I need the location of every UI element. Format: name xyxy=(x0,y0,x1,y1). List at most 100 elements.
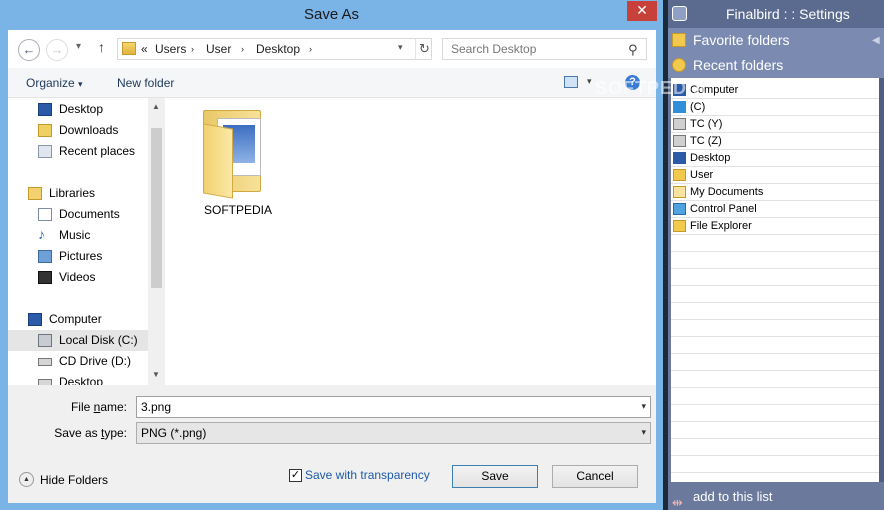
save-as-dialog: Save As ✕ ← → ▾ ↑ « Users › User › Deskt… xyxy=(0,0,663,510)
list-item xyxy=(671,371,879,388)
list-item-label: TC (Y) xyxy=(690,118,723,130)
folder-label[interactable]: SOFTPEDIA xyxy=(204,203,294,217)
list-item-label: (C) xyxy=(690,101,706,113)
save-button[interactable]: Save xyxy=(452,465,538,488)
search-input[interactable]: Search Desktop ⚲ xyxy=(442,38,647,60)
finalbird-title: Finalbird : : Settings xyxy=(726,6,850,22)
breadcrumb-users[interactable]: Users xyxy=(155,42,186,56)
scroll-thumb[interactable] xyxy=(151,128,162,288)
list-item[interactable]: Control Panel xyxy=(671,201,879,218)
transparency-label[interactable]: Save with transparency xyxy=(305,468,430,482)
file-name-value: 3.png xyxy=(141,400,172,414)
forward-button[interactable]: → xyxy=(46,39,68,61)
breadcrumb-user[interactable]: User xyxy=(206,42,231,56)
back-button[interactable]: ← xyxy=(18,39,40,61)
view-options-icon[interactable] xyxy=(564,76,578,88)
scroll-up-arrow[interactable]: ▲ xyxy=(152,102,160,111)
nav-item-label: Recent places xyxy=(59,144,136,158)
new-folder-button[interactable]: New folder xyxy=(117,76,174,90)
list-item xyxy=(671,320,879,337)
list-item xyxy=(671,303,879,320)
list-item[interactable]: File Explorer xyxy=(671,218,879,235)
finalbird-title-bar: Finalbird : : Settings xyxy=(668,0,884,28)
list-item[interactable]: User xyxy=(671,167,879,184)
libraries-icon xyxy=(28,187,42,200)
label-part: File xyxy=(70,400,94,414)
breadcrumb-separator[interactable]: › xyxy=(309,44,312,54)
cancel-button[interactable]: Cancel xyxy=(552,465,638,488)
recent-folders-list: Computer (C) TC (Y) TC (Z) Desktop User … xyxy=(671,78,879,482)
list-item-label: Control Panel xyxy=(690,203,757,215)
finalbird-panel: Finalbird : : Settings Favorite folders … xyxy=(668,0,884,510)
list-item xyxy=(671,286,879,303)
list-item[interactable]: My Documents xyxy=(671,184,879,201)
folder-icon xyxy=(122,42,136,55)
nav-item-label: CD Drive (D:) xyxy=(59,354,131,368)
list-item[interactable]: TC (Y) xyxy=(671,116,879,133)
folder-item[interactable] xyxy=(195,106,275,208)
label-part: ame: xyxy=(100,400,127,414)
collapse-arrow-icon[interactable]: ◀ xyxy=(872,28,880,53)
list-item[interactable]: Desktop xyxy=(671,150,879,167)
recent-folders-header[interactable]: Recent folders xyxy=(668,53,884,78)
chevron-up-icon: ▲ xyxy=(19,472,34,487)
search-icon[interactable]: ⚲ xyxy=(628,42,638,58)
scroll-down-arrow[interactable]: ▼ xyxy=(152,370,160,379)
dialog-title: Save As xyxy=(303,6,360,23)
list-item-label: My Documents xyxy=(690,186,764,198)
app-icon xyxy=(672,6,687,21)
hide-folders-label: Hide Folders xyxy=(40,473,109,487)
breadcrumb-desktop[interactable]: Desktop xyxy=(256,42,300,56)
transparency-checkbox[interactable]: ✓ xyxy=(289,469,302,482)
navigation-bar: ← → ▾ ↑ « Users › User › Desktop › ▾ ↻ S… xyxy=(8,30,656,68)
watermark: SOFTPEDIA xyxy=(595,78,708,98)
nav-pane-scrollbar[interactable]: ▲ ▼ xyxy=(148,98,165,385)
list-item[interactable]: (C) xyxy=(671,99,879,116)
list-item xyxy=(671,456,879,473)
address-bar[interactable]: « Users › User › Desktop › ▾ ↻ xyxy=(117,38,432,60)
nav-item-label: Desktop xyxy=(59,102,104,116)
videos-icon xyxy=(38,271,52,284)
control-panel-icon xyxy=(673,203,686,215)
add-to-list-label: add to this list xyxy=(693,489,773,504)
cd-drive-icon xyxy=(38,358,52,366)
nav-item-label: Pictures xyxy=(59,249,103,263)
breadcrumb-separator[interactable]: › xyxy=(191,44,194,54)
search-placeholder: Search Desktop xyxy=(451,42,537,56)
organize-label: Organize xyxy=(26,76,75,90)
address-dropdown[interactable]: ▾ xyxy=(398,42,403,53)
recent-places-icon xyxy=(38,145,52,158)
file-explorer-icon xyxy=(673,220,686,232)
favorite-folders-header[interactable]: Favorite folders ◀ xyxy=(668,28,884,53)
label-part: Save as xyxy=(54,426,101,440)
view-dropdown[interactable]: ▾ xyxy=(587,76,592,87)
organize-button[interactable]: Organize ▾ xyxy=(26,76,83,90)
up-button[interactable]: ↑ xyxy=(98,39,105,55)
nav-item-local-disk[interactable]: Local Disk (C:) xyxy=(8,330,148,351)
breadcrumb-separator[interactable]: › xyxy=(241,44,244,54)
list-item[interactable]: TC (Z) xyxy=(671,133,879,150)
chevron-down-icon[interactable]: ▾ xyxy=(641,401,646,412)
chevron-down-icon[interactable]: ▾ xyxy=(641,427,646,438)
music-icon: ♪ xyxy=(38,226,45,242)
list-item-label: User xyxy=(690,169,714,181)
refresh-button[interactable]: ↻ xyxy=(415,39,433,59)
list-item xyxy=(671,388,879,405)
nav-item-label: Downloads xyxy=(59,123,119,137)
drive-icon xyxy=(38,334,52,347)
list-item xyxy=(671,252,879,269)
add-to-list-button[interactable]: ⇹ add to this list xyxy=(668,483,884,510)
documents-icon xyxy=(38,208,52,221)
nav-item-label: Documents xyxy=(59,207,120,221)
pictures-icon xyxy=(38,250,52,263)
user-folder-icon xyxy=(673,169,686,181)
navigation-pane: Desktop Downloads Recent places Librarie… xyxy=(8,98,165,385)
command-toolbar: Organize ▾ New folder ▾ ? xyxy=(8,68,656,98)
recent-locations-dropdown[interactable]: ▾ xyxy=(76,41,81,52)
save-type-select[interactable]: PNG (*.png) ▾ xyxy=(136,422,651,444)
nav-item-label: Local Disk (C:) xyxy=(59,333,138,347)
file-name-field[interactable]: 3.png ▾ xyxy=(136,396,651,418)
favorite-folders-label: Favorite folders xyxy=(693,32,790,48)
close-button[interactable]: ✕ xyxy=(627,1,657,21)
address-prefix[interactable]: « xyxy=(141,42,148,56)
